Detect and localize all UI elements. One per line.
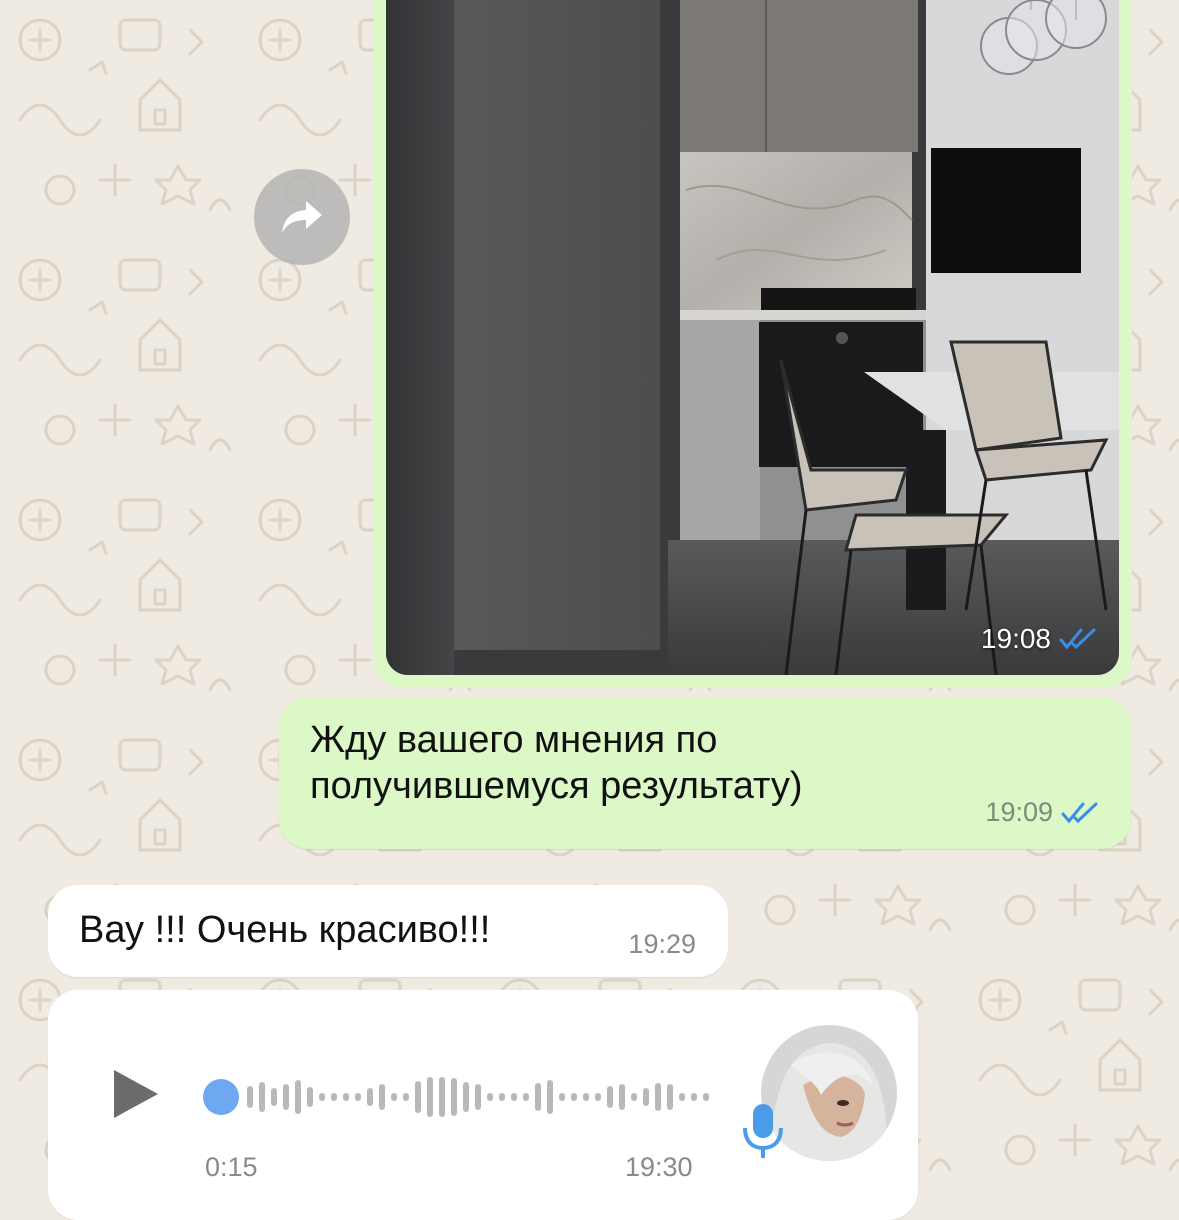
waveform-bar [307,1087,313,1107]
waveform-bar [355,1093,361,1101]
voice-progress-handle[interactable] [203,1079,239,1115]
waveform-bar [247,1086,253,1108]
waveform-bar [331,1093,337,1101]
waveform-bar [679,1093,685,1101]
double-check-icon [1059,628,1096,650]
waveform-bar [391,1093,397,1101]
waveform-bar [271,1088,277,1106]
waveform-bar [523,1093,529,1101]
waveform-bar [319,1093,325,1101]
waveform-bar [547,1080,553,1114]
waveform-bar [451,1078,457,1116]
image-message-photo[interactable]: 19:08 [386,0,1119,675]
kitchen-photo [386,0,1119,675]
outgoing-message-line-2: получившемуся результату) [310,765,803,807]
waveform-bar [583,1093,589,1101]
image-message-time: 19:08 [980,623,1051,654]
waveform-bar [283,1084,289,1110]
waveform-bar [463,1082,469,1112]
waveform-bar [607,1086,613,1108]
waveform-bar [379,1084,385,1110]
outgoing-message-text: Жду вашего мнения по получившемуся резул… [310,717,970,809]
outgoing-message-bubble[interactable]: Жду вашего мнения по получившемуся резул… [279,697,1131,849]
outgoing-message-time: 19:09 [985,797,1053,827]
waveform-bar [487,1093,493,1101]
outgoing-message-line-1: Жду вашего мнения по [310,719,718,761]
waveform-bar [367,1088,373,1106]
outgoing-message-meta: 19:09 [985,797,1099,828]
waveform-bar [259,1082,265,1112]
forward-arrow-icon [282,201,322,233]
incoming-message-time: 19:29 [628,929,696,959]
waveform-bar [535,1083,541,1111]
waveform-bar [691,1093,697,1101]
waveform-bar [439,1077,445,1117]
double-check-icon [1061,802,1098,823]
waveform-bar [475,1084,481,1110]
forward-button[interactable] [254,169,350,265]
waveform-bar [667,1084,673,1110]
voice-message-time: 19:30 [625,1152,693,1182]
waveform-bar [571,1093,577,1101]
play-icon[interactable] [110,1068,162,1120]
waveform-bar [703,1093,709,1101]
waveform-bar [619,1084,625,1110]
image-message-meta: 19:08 [981,623,1097,655]
incoming-message-bubble[interactable]: Вау !!! Очень красиво!!! 19:29 [48,885,728,977]
waveform-bar [643,1088,649,1106]
waveform-bar [403,1093,409,1101]
voice-waveform[interactable] [203,1072,723,1122]
waveform-bar [415,1081,421,1113]
microphone-icon [743,1104,783,1158]
waveform-bar [427,1077,433,1117]
waveform-bar [295,1080,301,1114]
waveform-bar [499,1093,505,1101]
incoming-message-text: Вау !!! Очень красиво!!! [79,909,491,951]
waveform-bar [655,1083,661,1111]
voice-message-bubble: 0:15 19:30 [48,990,918,1220]
waveform-bar [511,1093,517,1101]
waveform-bar [595,1093,601,1101]
waveform-bar [631,1093,637,1101]
voice-message-duration: 0:15 [205,1152,258,1182]
waveform-bar [559,1093,565,1101]
waveform-bar [343,1093,349,1101]
